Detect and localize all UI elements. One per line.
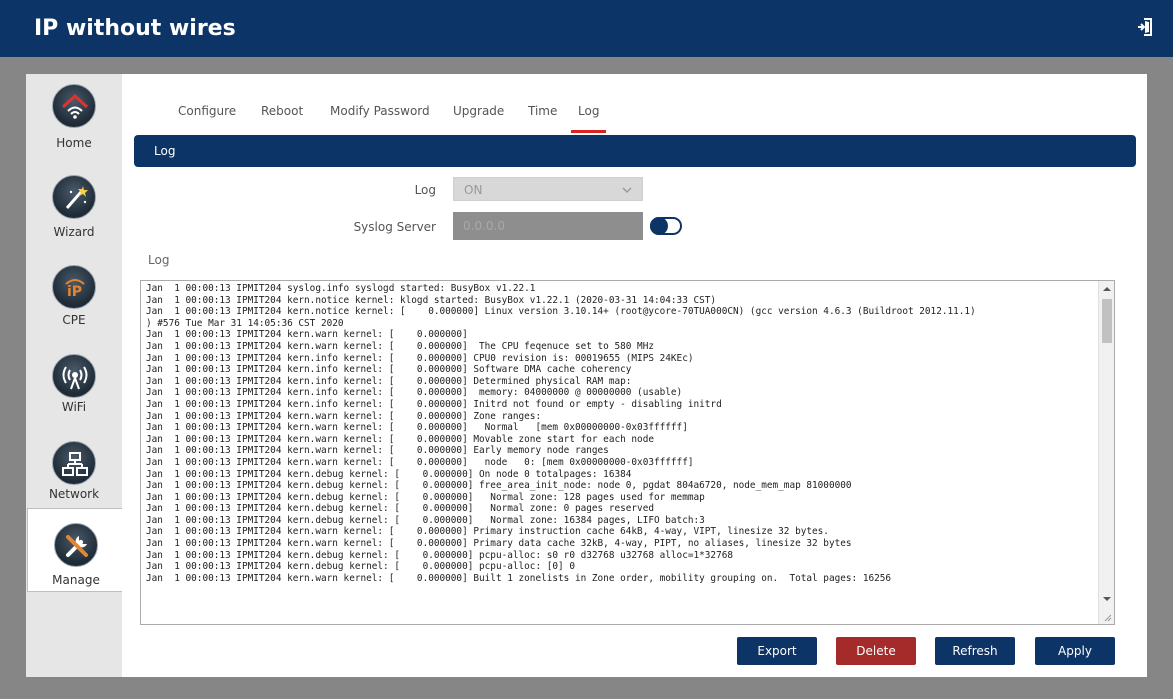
- antenna-icon: [52, 354, 96, 398]
- svg-text:iP: iP: [67, 284, 82, 300]
- log-line: Jan 1 00:00:13 IPMIT204 kern.info kernel…: [146, 375, 632, 387]
- tab-log[interactable]: Log: [570, 104, 608, 133]
- wand-icon: [52, 175, 96, 219]
- log-line: Jan 1 00:00:13 IPMIT204 kern.info kernel…: [146, 387, 683, 399]
- sidebar-item-home[interactable]: Home: [26, 74, 122, 160]
- tab-time[interactable]: Time: [528, 104, 557, 118]
- log-line: Jan 1 00:00:13 IPMIT204 kern.info kernel…: [146, 352, 694, 364]
- refresh-button[interactable]: Refresh: [935, 637, 1015, 665]
- export-button[interactable]: Export: [737, 637, 817, 665]
- sidebar-item-label: Network: [48, 487, 100, 501]
- tab-configure[interactable]: Configure: [178, 104, 236, 118]
- syslog-server-label: Syslog Server: [353, 220, 436, 234]
- log-line: Jan 1 00:00:13 IPMIT204 kern.debug kerne…: [146, 549, 733, 561]
- log-line: Jan 1 00:00:13 IPMIT204 kern.warn kernel…: [146, 410, 542, 422]
- log-line: Jan 1 00:00:13 IPMIT204 kern.debug kerne…: [146, 468, 632, 480]
- sidebar-item-label: Wizard: [53, 225, 95, 239]
- chevron-down-icon: [622, 187, 632, 194]
- log-line: Jan 1 00:00:13 IPMIT204 kern.debug kerne…: [146, 491, 705, 503]
- logout-icon[interactable]: [1136, 17, 1156, 37]
- log-line: Jan 1 00:00:13 IPMIT204 kern.notice kern…: [146, 306, 976, 318]
- network-icon: [52, 441, 96, 485]
- app-title: IP without wires: [34, 16, 236, 41]
- log-content: Jan 1 00:00:13 IPMIT204 syslog.info sysl…: [146, 283, 1096, 584]
- tools-icon: [54, 523, 98, 567]
- sidebar-item-network[interactable]: Network: [26, 431, 122, 517]
- scroll-up-arrow-icon[interactable]: [1103, 285, 1111, 293]
- sidebar-item-wizard[interactable]: Wizard: [26, 165, 122, 251]
- log-line: Jan 1 00:00:13 IPMIT204 syslog.info sysl…: [146, 283, 536, 294]
- sidebar-nav: Home Wizard iP CPE WiFi Network Manage: [26, 74, 123, 677]
- scroll-down-arrow-icon[interactable]: [1103, 595, 1111, 603]
- log-line: Jan 1 00:00:13 IPMIT204 kern.info kernel…: [146, 364, 632, 376]
- log-line: Jan 1 00:00:13 IPMIT204 kern.notice kern…: [146, 294, 717, 306]
- log-line: Jan 1 00:00:13 IPMIT204 kern.warn kernel…: [146, 526, 829, 538]
- syslog-toggle[interactable]: [650, 217, 682, 235]
- sidebar-item-wifi[interactable]: WiFi: [26, 344, 122, 430]
- log-line: Jan 1 00:00:13 IPMIT204 kern.warn kernel…: [146, 456, 694, 468]
- sidebar-item-label: CPE: [62, 313, 86, 327]
- log-label: Log: [414, 183, 436, 197]
- scroll-thumb[interactable]: [1102, 299, 1112, 343]
- sidebar-item-label: Manage: [52, 573, 100, 587]
- main-panel: Configure Reboot Modify Password Upgrade…: [122, 74, 1147, 677]
- section-header: Log: [134, 135, 1136, 167]
- log-select-value: ON: [464, 183, 483, 197]
- log-line: Jan 1 00:00:13 IPMIT204 kern.debug kerne…: [146, 514, 705, 526]
- delete-button[interactable]: Delete: [836, 637, 916, 665]
- sidebar-item-label: WiFi: [61, 400, 87, 414]
- resize-grip-icon[interactable]: [1102, 612, 1112, 622]
- log-line: Jan 1 00:00:13 IPMIT204 kern.warn kernel…: [146, 538, 852, 550]
- tab-modify-password[interactable]: Modify Password: [330, 104, 430, 118]
- log-area-label: Log: [148, 253, 170, 267]
- log-line: Jan 1 00:00:13 IPMIT204 kern.warn kernel…: [146, 572, 892, 584]
- home-wifi-icon: [52, 84, 96, 128]
- log-select[interactable]: ON: [453, 177, 643, 201]
- log-line: Jan 1 00:00:13 IPMIT204 kern.warn kernel…: [146, 445, 609, 457]
- log-textarea[interactable]: Jan 1 00:00:13 IPMIT204 syslog.info sysl…: [140, 280, 1115, 625]
- log-scrollbar[interactable]: [1098, 281, 1114, 624]
- log-line: Jan 1 00:00:13 IPMIT204 kern.debug kerne…: [146, 503, 654, 515]
- ip-mitter-logo-icon: iP: [52, 265, 96, 309]
- sidebar-item-manage[interactable]: Manage: [27, 508, 123, 592]
- log-line: Jan 1 00:00:13 IPMIT204 kern.info kernel…: [146, 398, 722, 410]
- log-line: ) #576 Tue Mar 31 14:05:36 CST 2020: [146, 317, 344, 329]
- tab-upgrade[interactable]: Upgrade: [453, 104, 504, 118]
- syslog-server-input[interactable]: [453, 212, 643, 240]
- tab-reboot[interactable]: Reboot: [261, 104, 303, 118]
- log-line: Jan 1 00:00:13 IPMIT204 kern.debug kerne…: [146, 480, 852, 492]
- log-line: Jan 1 00:00:13 IPMIT204 kern.warn kernel…: [146, 433, 654, 445]
- log-line: Jan 1 00:00:13 IPMIT204 kern.debug kerne…: [146, 561, 575, 573]
- top-bar: IP without wires: [0, 0, 1173, 57]
- log-line: Jan 1 00:00:13 IPMIT204 kern.warn kernel…: [146, 340, 654, 352]
- sidebar-item-cpe[interactable]: iP CPE: [26, 255, 122, 341]
- log-line: Jan 1 00:00:13 IPMIT204 kern.warn kernel…: [146, 422, 688, 434]
- apply-button[interactable]: Apply: [1035, 637, 1115, 665]
- sidebar-item-label: Home: [56, 136, 92, 150]
- log-line: Jan 1 00:00:13 IPMIT204 kern.warn kernel…: [146, 329, 468, 341]
- section-title: Log: [154, 144, 176, 158]
